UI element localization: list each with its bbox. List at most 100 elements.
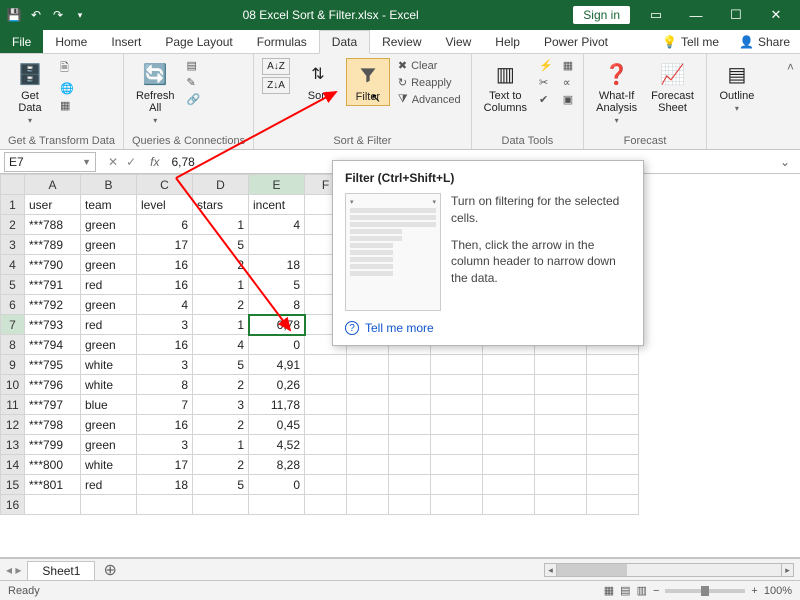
text-to-columns-button[interactable]: ▥ Text to Columns xyxy=(480,58,531,116)
cell[interactable]: ***789 xyxy=(25,235,81,255)
column-header[interactable]: B xyxy=(81,175,137,195)
cell[interactable]: 18 xyxy=(137,475,193,495)
cell[interactable]: white xyxy=(81,375,137,395)
from-web-icon[interactable]: 🌐 xyxy=(58,81,76,96)
cell[interactable]: ***788 xyxy=(25,215,81,235)
cell[interactable]: ***791 xyxy=(25,275,81,295)
cell[interactable]: 8 xyxy=(137,375,193,395)
row-header[interactable]: 15 xyxy=(1,475,25,495)
cell[interactable] xyxy=(587,415,639,435)
cell[interactable]: 18 xyxy=(249,255,305,275)
cell[interactable] xyxy=(305,455,347,475)
qat-more-icon[interactable]: ▾ xyxy=(72,7,88,23)
row-header[interactable]: 4 xyxy=(1,255,25,275)
tab-help[interactable]: Help xyxy=(483,30,532,53)
cell[interactable] xyxy=(389,415,431,435)
cell[interactable]: 4 xyxy=(249,215,305,235)
column-header[interactable]: D xyxy=(193,175,249,195)
row-header[interactable]: 2 xyxy=(1,215,25,235)
cell[interactable]: 2 xyxy=(193,455,249,475)
tab-home[interactable]: Home xyxy=(43,30,99,53)
cell[interactable]: 4 xyxy=(137,295,193,315)
scroll-right-icon[interactable]: ▸ xyxy=(781,564,793,576)
row-header[interactable]: 8 xyxy=(1,335,25,355)
zoom-out-icon[interactable]: − xyxy=(653,585,659,597)
cell[interactable] xyxy=(137,495,193,515)
cell[interactable] xyxy=(431,475,483,495)
data-model-icon[interactable]: ▣ xyxy=(561,92,575,107)
cell[interactable]: green xyxy=(81,435,137,455)
save-icon[interactable]: 💾 xyxy=(6,7,22,23)
cell[interactable]: 5 xyxy=(193,355,249,375)
cell[interactable]: blue xyxy=(81,395,137,415)
cell[interactable] xyxy=(389,355,431,375)
cell[interactable]: 16 xyxy=(137,255,193,275)
normal-view-icon[interactable]: ▦ xyxy=(604,584,614,597)
cell[interactable] xyxy=(305,395,347,415)
formula-expand-icon[interactable]: ⌄ xyxy=(770,155,800,169)
horizontal-scrollbar[interactable]: ◂ ▸ xyxy=(544,563,794,577)
cell[interactable] xyxy=(483,455,535,475)
cell[interactable]: 17 xyxy=(137,455,193,475)
cell[interactable]: white xyxy=(81,355,137,375)
cell[interactable] xyxy=(535,375,587,395)
cell[interactable] xyxy=(587,495,639,515)
cell[interactable]: red xyxy=(81,475,137,495)
fx-icon[interactable]: fx xyxy=(144,155,165,169)
cell[interactable] xyxy=(483,495,535,515)
cell[interactable]: red xyxy=(81,275,137,295)
scroll-left-icon[interactable]: ◂ xyxy=(545,564,557,576)
cell[interactable] xyxy=(587,375,639,395)
ribbon-collapse[interactable]: ˄ xyxy=(767,54,800,149)
cell[interactable] xyxy=(535,475,587,495)
zoom-slider[interactable] xyxy=(665,589,745,593)
cell[interactable] xyxy=(305,415,347,435)
cell[interactable] xyxy=(389,495,431,515)
remove-dup-icon[interactable]: ✂ xyxy=(537,75,555,90)
row-header[interactable]: 16 xyxy=(1,495,25,515)
minimize-icon[interactable]: — xyxy=(678,1,714,29)
flash-fill-icon[interactable]: ⚡ xyxy=(537,58,555,73)
cell[interactable]: 2 xyxy=(193,255,249,275)
forecast-sheet-button[interactable]: 📈 Forecast Sheet xyxy=(647,58,698,116)
what-if-button[interactable]: ❓ What-If Analysis ▾ xyxy=(592,58,641,127)
cell[interactable] xyxy=(347,415,389,435)
sign-in-button[interactable]: Sign in xyxy=(573,6,630,24)
cell[interactable]: 0 xyxy=(249,335,305,355)
cell[interactable]: green xyxy=(81,335,137,355)
cell[interactable]: 5 xyxy=(193,475,249,495)
cell[interactable] xyxy=(535,415,587,435)
filter-button[interactable]: Filter ↖ xyxy=(346,58,390,106)
clear-button[interactable]: ✖ Clear xyxy=(396,58,463,73)
cell[interactable]: incent xyxy=(249,195,305,215)
row-header[interactable]: 6 xyxy=(1,295,25,315)
cell[interactable] xyxy=(249,235,305,255)
cell[interactable]: ***799 xyxy=(25,435,81,455)
cell[interactable] xyxy=(305,475,347,495)
cell[interactable] xyxy=(347,375,389,395)
cell[interactable] xyxy=(431,435,483,455)
cell[interactable] xyxy=(389,435,431,455)
get-data-button[interactable]: 🗄️ Get Data ▾ xyxy=(8,58,52,127)
new-sheet-button[interactable]: ⊕ xyxy=(95,560,124,580)
close-icon[interactable]: ✕ xyxy=(758,1,794,29)
cell[interactable]: 16 xyxy=(137,335,193,355)
cell[interactable] xyxy=(193,495,249,515)
cell[interactable] xyxy=(431,355,483,375)
cell[interactable]: ***796 xyxy=(25,375,81,395)
cell[interactable] xyxy=(587,475,639,495)
cell[interactable]: green xyxy=(81,235,137,255)
cell[interactable]: 1 xyxy=(193,315,249,335)
cell[interactable] xyxy=(483,375,535,395)
cell[interactable] xyxy=(483,415,535,435)
from-table-icon[interactable]: ▦ xyxy=(58,98,76,113)
cell[interactable] xyxy=(483,355,535,375)
queries-icon[interactable]: ▤ xyxy=(185,58,203,73)
cell[interactable] xyxy=(347,355,389,375)
cell[interactable] xyxy=(483,395,535,415)
tab-view[interactable]: View xyxy=(434,30,484,53)
enter-icon[interactable]: ✓ xyxy=(126,155,136,169)
sheet-tab[interactable]: Sheet1 xyxy=(27,561,95,580)
row-header[interactable]: 9 xyxy=(1,355,25,375)
tab-data[interactable]: Data xyxy=(319,30,370,54)
